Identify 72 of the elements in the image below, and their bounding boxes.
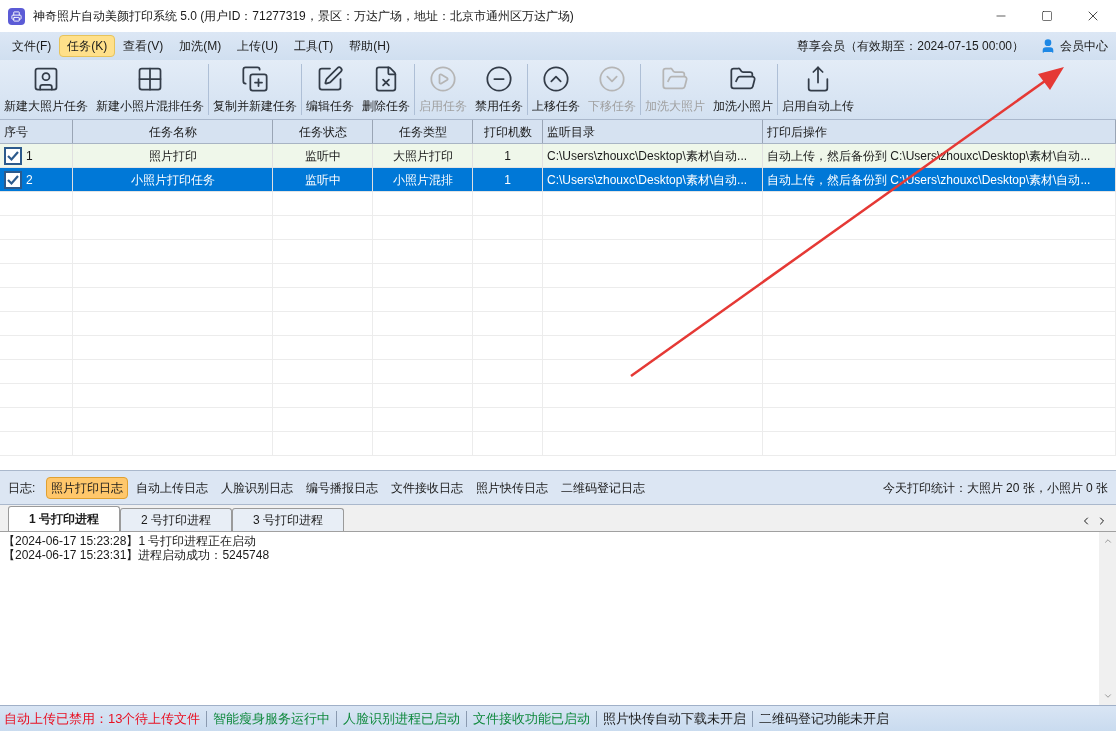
column-header[interactable]: 序号 — [0, 120, 73, 143]
status-text: 人脸识别进程已启动 — [343, 709, 461, 728]
log-line: 【2024-06-17 15:23:31】进程启动成功：5245748 — [3, 548, 271, 562]
maximize-icon — [1041, 10, 1053, 22]
checkbox[interactable] — [4, 170, 22, 189]
down-circle-icon — [598, 64, 626, 93]
process-tab[interactable]: 1 号打印进程 — [8, 506, 120, 531]
process-tab[interactable]: 3 号打印进程 — [232, 508, 345, 531]
log-line: 【2024-06-17 15:23:28】1 号打印进程正在启动 — [3, 534, 258, 548]
process-tab[interactable]: 2 号打印进程 — [120, 508, 233, 531]
table-cell-text: 小照片打印任务 — [130, 171, 215, 189]
up-circle-icon — [542, 64, 570, 93]
table-cell-text: 大照片打印 — [392, 147, 453, 165]
menu-item[interactable]: 上传(U) — [229, 35, 286, 57]
scroll-down-icon[interactable] — [1102, 691, 1113, 701]
table-cell-text: C:\Users\zhouxc\Desktop\素材\自动... — [547, 171, 748, 189]
menu-item[interactable]: 工具(T) — [286, 35, 342, 57]
toolbar-button[interactable]: 上移任务 — [528, 60, 584, 119]
checkbox[interactable] — [4, 146, 22, 165]
status-text: 自动上传已禁用：13个待上传文件 — [4, 709, 201, 728]
toolbar-button[interactable]: 新建大照片任务 — [0, 60, 92, 119]
toolbar-button[interactable]: 删除任务 — [358, 60, 414, 119]
column-header[interactable]: 任务类型 — [373, 120, 473, 143]
table-cell-text: 监听中 — [304, 171, 341, 189]
table-cell-text: 2 — [26, 171, 33, 189]
menu-item[interactable]: 任务(K) — [59, 35, 116, 57]
status-text: 智能瘦身服务运行中 — [213, 709, 331, 728]
toolbar-button[interactable]: 禁用任务 — [471, 60, 527, 119]
window-title: 神奇照片自动美颜打印系统 5.0 (用户ID：71277319，景区：万达广场，地址：北京市通州区万达广场) — [33, 8, 574, 25]
column-header[interactable]: 任务状态 — [273, 120, 373, 143]
toolbar-button[interactable]: 编辑任务 — [302, 60, 358, 119]
play-icon — [429, 64, 457, 93]
toolbar-button[interactable]: 加洗小照片 — [709, 60, 777, 119]
user-icon — [1040, 38, 1056, 54]
status-text: 照片快传自动下载未开启 — [603, 709, 747, 728]
member-center-button[interactable]: 会员中心 — [1040, 37, 1108, 55]
table-cell-text: 小照片混排 — [392, 171, 453, 189]
app-logo-icon — [8, 7, 25, 25]
table-cell-text: 监听中 — [304, 147, 341, 165]
status-text: 文件接收功能已启动 — [473, 709, 591, 728]
menu-item[interactable]: 帮助(H) — [341, 35, 398, 57]
membership-text: 尊享会员（有效期至：2024-07-15 00:00） — [797, 38, 1024, 55]
edit-icon — [316, 64, 344, 93]
log-label: 日志: — [8, 479, 36, 497]
column-header[interactable]: 监听目录 — [543, 120, 763, 143]
log-tab[interactable]: 二维码登记日志 — [556, 476, 651, 499]
toolbar-button[interactable]: 启用自动上传 — [778, 60, 858, 119]
log-tab[interactable]: 照片打印日志 — [46, 476, 129, 499]
minus-circle-icon — [485, 64, 513, 93]
log-tab[interactable]: 人脸识别日志 — [216, 476, 299, 499]
toolbar-button[interactable]: 复制并新建任务 — [209, 60, 301, 119]
log-tab[interactable]: 编号播报日志 — [301, 476, 384, 499]
table-cell-text: 1 — [504, 171, 511, 189]
print-stats: 今天打印统计：大照片 20 张，小照片 0 张 — [882, 479, 1108, 497]
status-text: 二维码登记功能未开启 — [759, 709, 890, 728]
column-header[interactable]: 任务名称 — [73, 120, 273, 143]
toolbar-button[interactable]: 新建小照片混排任务 — [92, 60, 208, 119]
menu-item[interactable]: 文件(F) — [4, 35, 60, 57]
menu-item[interactable]: 加洗(M) — [171, 35, 230, 57]
log-tab[interactable]: 文件接收日志 — [386, 476, 469, 499]
table-cell-text: 1 — [504, 147, 511, 165]
table-cell-text: C:\Users\zhouxc\Desktop\素材\自动... — [547, 147, 748, 165]
column-header[interactable]: 打印后操作 — [763, 120, 1116, 143]
scroll-up-icon[interactable] — [1102, 536, 1113, 546]
log-tab[interactable]: 照片快传日志 — [471, 476, 554, 499]
menu-item[interactable]: 查看(V) — [115, 35, 172, 57]
table-cell-text: 照片打印 — [148, 147, 197, 165]
log-tab[interactable]: 自动上传日志 — [131, 476, 214, 499]
table-cell-text: 1 — [26, 147, 33, 165]
scrollbar[interactable] — [1099, 532, 1116, 705]
column-header[interactable]: 打印机数 — [473, 120, 543, 143]
copy-plus-icon — [241, 64, 269, 93]
